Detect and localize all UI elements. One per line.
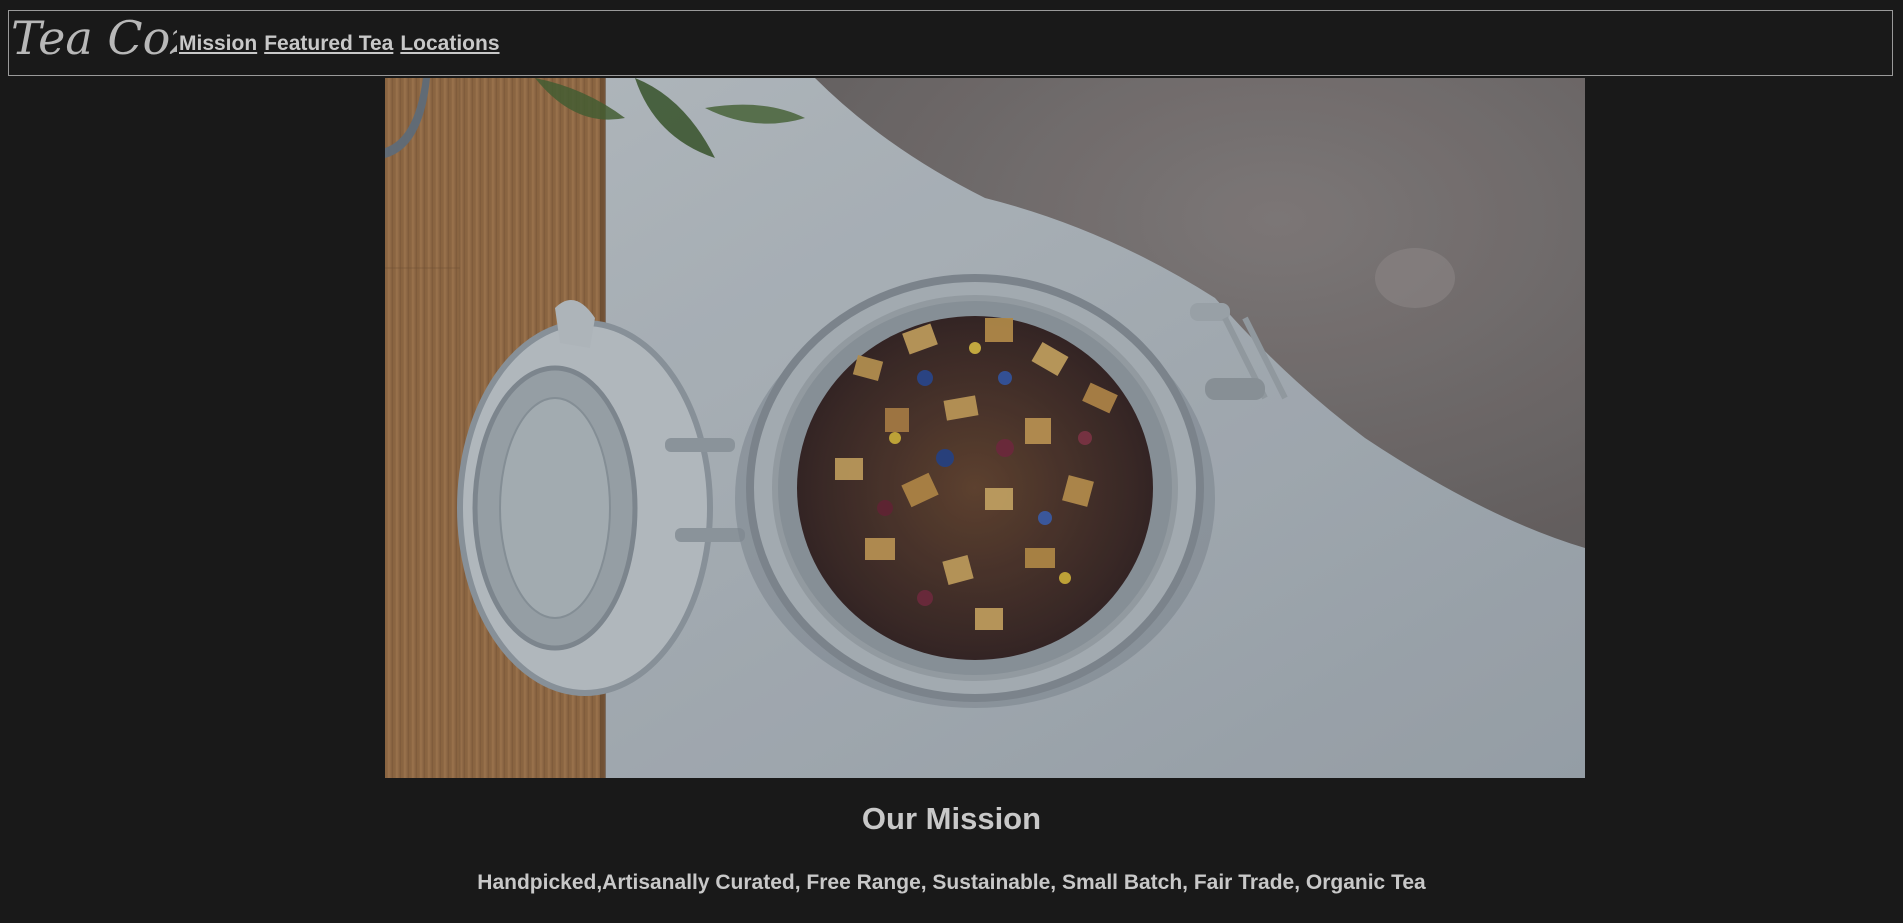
page: Tea Cozy Mission Featured Tea Locations bbox=[0, 0, 1903, 923]
tea-cozy-logo: Tea Cozy bbox=[11, 11, 177, 65]
logo[interactable]: Tea Cozy bbox=[7, 10, 177, 76]
mission-text: Handpicked,Artisanally Curated, Free Ran… bbox=[477, 871, 1426, 894]
main-nav: Mission Featured Tea Locations bbox=[179, 32, 507, 56]
tea-jar-photo bbox=[385, 78, 1585, 778]
logo-text: Tea Cozy bbox=[11, 11, 177, 65]
hero-image bbox=[385, 78, 1585, 778]
top-navigation-bar: Tea Cozy Mission Featured Tea Locations bbox=[8, 10, 1893, 76]
mission-title: Our Mission bbox=[861, 801, 1042, 836]
nav-link-mission[interactable]: Mission bbox=[179, 32, 257, 56]
nav-link-locations[interactable]: Locations bbox=[400, 32, 499, 56]
nav-link-featured-tea[interactable]: Featured Tea bbox=[264, 32, 393, 56]
